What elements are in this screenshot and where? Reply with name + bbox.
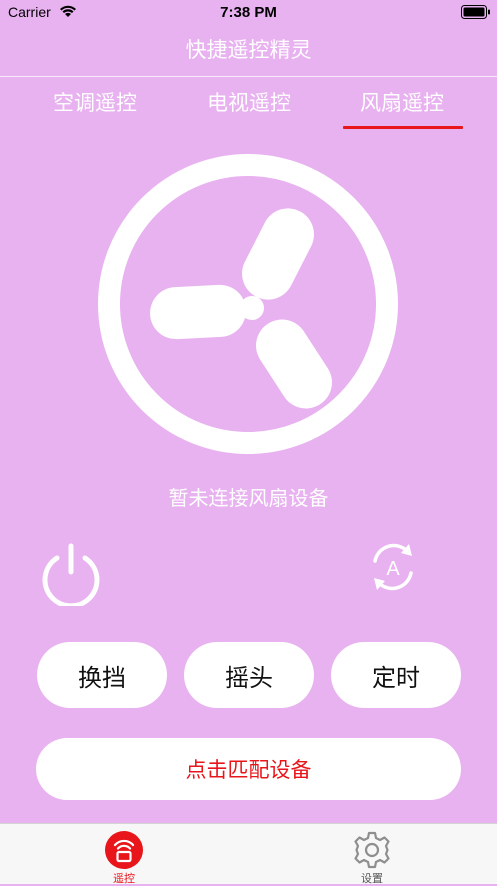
pair-device-button[interactable]: 点击匹配设备 — [36, 738, 461, 800]
tab-tv[interactable]: 电视遥控 — [174, 86, 324, 120]
selected-tab-indicator — [343, 126, 463, 129]
status-time: 7:38 PM — [220, 4, 277, 21]
timer-button[interactable]: 定时 — [331, 642, 461, 708]
swing-button[interactable]: 摇头 — [184, 642, 314, 708]
speed-button[interactable]: 换挡 — [37, 642, 167, 708]
tabbar-label-settings: 设置 — [361, 872, 383, 885]
tabbar-label-remote: 遥控 — [113, 872, 135, 885]
power-icon[interactable] — [38, 540, 104, 606]
status-bar: Carrier 7:38 PM — [0, 0, 497, 26]
auto-letter: A — [386, 558, 400, 580]
tab-air-conditioner[interactable]: 空调遥控 — [20, 86, 170, 120]
tabbar-item-remote[interactable]: 遥控 — [84, 828, 164, 885]
remote-type-tabs: 空调遥控 电视遥控 风扇遥控 — [0, 86, 497, 132]
gear-icon — [354, 831, 390, 869]
tab-fan[interactable]: 风扇遥控 — [327, 86, 477, 120]
battery-icon — [461, 5, 490, 19]
tabbar-item-settings[interactable]: 设置 — [332, 828, 412, 885]
auto-rotate-icon[interactable]: A — [366, 540, 420, 594]
header-divider — [0, 76, 497, 77]
fan-icon — [98, 154, 398, 454]
page-title: 快捷遥控精灵 — [185, 38, 312, 62]
remote-icon — [105, 831, 143, 869]
bottom-tab-bar: 遥控 设置 — [0, 823, 497, 885]
connection-status: 暂未连接风扇设备 — [168, 486, 329, 510]
